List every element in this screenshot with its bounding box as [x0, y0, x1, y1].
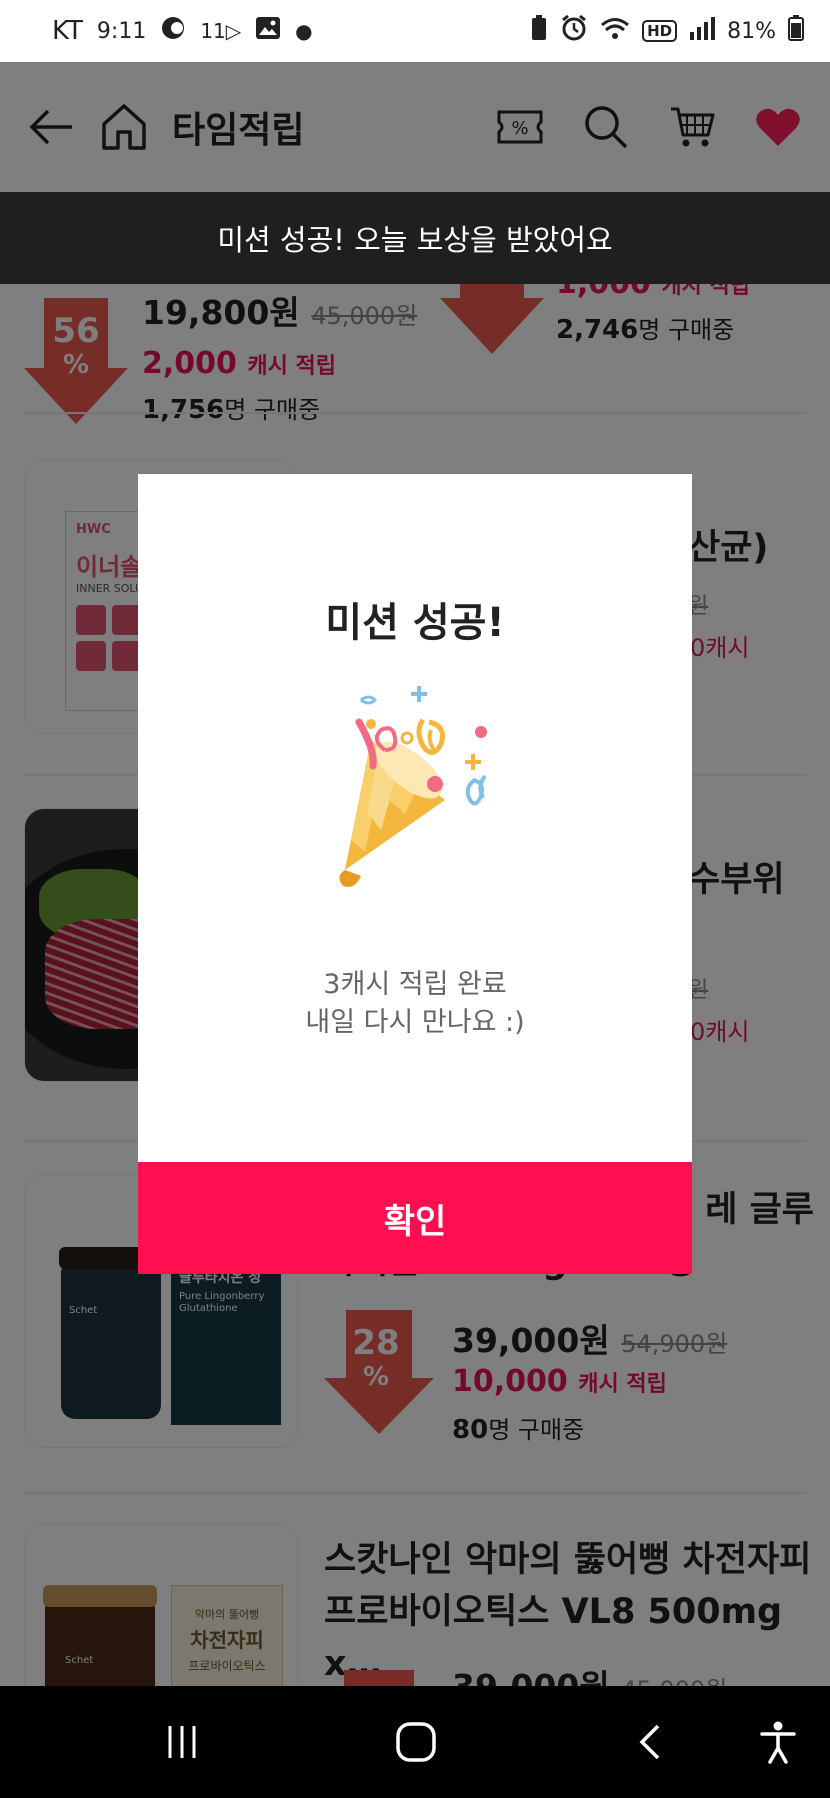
accessibility-button[interactable]	[748, 1716, 808, 1768]
dialog-message: 3캐시 적립 완료 내일 다시 만나요 :)	[138, 966, 692, 1042]
back-nav-button[interactable]	[620, 1716, 680, 1768]
home-nav-button[interactable]	[386, 1716, 446, 1768]
signal-icon	[689, 16, 716, 46]
toast-message: 미션 성공! 오늘 보상을 받았어요	[0, 192, 830, 284]
dot-icon: ●	[295, 19, 313, 43]
recent-apps-button[interactable]	[152, 1716, 212, 1768]
mission-success-dialog: 미션 성공! 3캐시 적립 완료 내일 다시 만나요 :) 확인	[138, 474, 692, 1274]
clock: 9:11	[96, 18, 147, 44]
system-nav-bar	[0, 1686, 830, 1798]
confirm-button[interactable]: 확인	[138, 1162, 692, 1274]
notification-badge: 11▷	[200, 19, 242, 43]
home-icon	[396, 1722, 436, 1762]
dialog-message-line2: 내일 다시 만나요 :)	[305, 1007, 525, 1038]
dialog-message-line1: 3캐시 적립 완료	[323, 969, 507, 1000]
carrier-label: KT	[52, 16, 83, 46]
accessibility-icon	[760, 1721, 796, 1764]
battery-percent: 81%	[727, 18, 776, 44]
wifi-icon	[600, 16, 630, 46]
hd-badge: HD	[642, 20, 678, 42]
gallery-icon	[255, 16, 281, 47]
dialog-title: 미션 성공!	[325, 600, 505, 646]
alarm-icon	[560, 14, 588, 48]
status-bar: KT 9:11 11▷ ● HD 81%	[0, 0, 830, 62]
back-icon	[639, 1724, 660, 1760]
party-popper-icon	[315, 680, 515, 900]
battery-saver-icon	[530, 15, 548, 47]
notification-app-icon	[160, 15, 186, 48]
recent-apps-icon	[168, 1726, 196, 1758]
battery-icon	[788, 15, 804, 47]
